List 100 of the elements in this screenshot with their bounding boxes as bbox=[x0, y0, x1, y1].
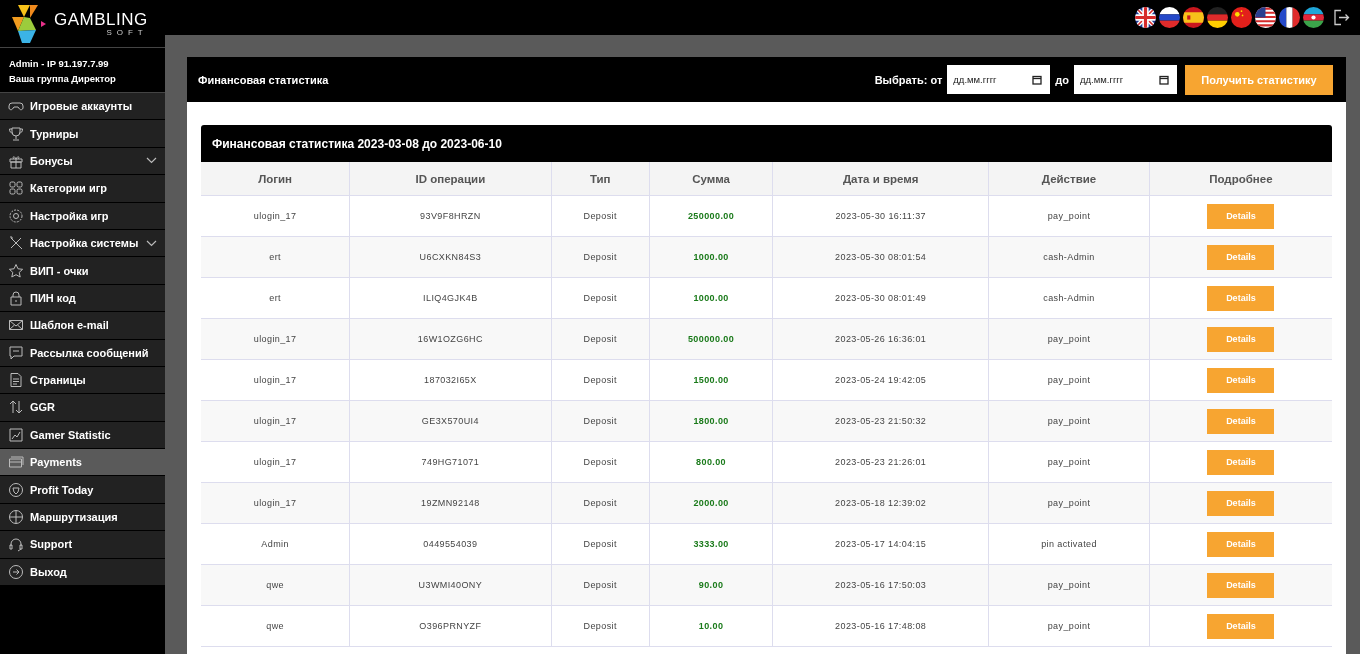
table-cell: 500000.00 bbox=[649, 318, 773, 360]
column-header: Дата и время bbox=[772, 162, 989, 196]
flag-icon[interactable] bbox=[1231, 7, 1252, 28]
table-cell: 2023-05-30 08:01:49 bbox=[772, 277, 989, 319]
date-field[interactable]: дд.мм.гггг bbox=[1074, 65, 1177, 94]
sidebar-item[interactable]: Support bbox=[0, 531, 165, 559]
sidebar-item[interactable]: ПИН код bbox=[0, 284, 165, 313]
table-cell: 187032I65X bbox=[349, 359, 552, 401]
column-header: Подробнее bbox=[1149, 162, 1332, 196]
table-cell: 0449554039 bbox=[349, 523, 552, 565]
sidebar-item[interactable]: Настройка игр bbox=[0, 202, 165, 230]
chat-icon bbox=[8, 344, 24, 361]
table-cell: 1000.00 bbox=[649, 277, 773, 319]
table-cell: cash-Admin bbox=[988, 277, 1150, 319]
date-field[interactable]: дд.мм.гггг bbox=[947, 65, 1051, 94]
table-cell: Deposit bbox=[551, 318, 650, 360]
table-cell: 2023-05-16 17:48:08 bbox=[772, 605, 989, 647]
logout-icon[interactable] bbox=[1333, 9, 1350, 26]
sidebar-item[interactable]: Категории игр bbox=[0, 175, 165, 203]
table-cell: ulogin_17 bbox=[201, 359, 350, 401]
table-cell: O396PRNYZF bbox=[349, 605, 552, 647]
table-cell: 1800.00 bbox=[649, 400, 773, 442]
range-label: Выбрать: от bbox=[874, 73, 943, 86]
shield-icon bbox=[8, 481, 24, 498]
flag-icon[interactable] bbox=[1255, 7, 1276, 28]
table-cell: ulogin_17 bbox=[201, 400, 350, 442]
column-header: Тип bbox=[551, 162, 650, 196]
table-cell: 90.00 bbox=[649, 564, 773, 606]
table-cell: Deposit bbox=[551, 482, 650, 524]
table-cell: 2023-05-16 17:50:03 bbox=[772, 564, 989, 606]
calendar-icon bbox=[1159, 75, 1169, 85]
sidebar-item[interactable]: Рассылка сообщений bbox=[0, 339, 165, 367]
table-cell: 2000.00 bbox=[649, 482, 773, 524]
table-cell: pay_point bbox=[988, 359, 1150, 401]
table-cell: qwe bbox=[201, 564, 350, 606]
calendar-icon bbox=[1032, 75, 1043, 85]
sidebar-item[interactable]: Игровые аккаунты bbox=[0, 93, 165, 121]
table-cell: 2023-05-23 21:26:01 bbox=[772, 441, 989, 483]
flag-icon[interactable] bbox=[1303, 7, 1324, 28]
table-cell: pay_point bbox=[988, 400, 1150, 442]
chevron-icon bbox=[146, 239, 157, 247]
sidebar-item[interactable]: Payments bbox=[0, 449, 165, 477]
exit-icon bbox=[8, 563, 24, 580]
column-header: ID операции bbox=[349, 162, 552, 196]
table-cell: 16W1OZG6HC bbox=[349, 318, 552, 360]
headset-icon bbox=[8, 536, 24, 553]
sidebar-item[interactable]: Настройка системы bbox=[0, 229, 165, 258]
document-icon bbox=[8, 372, 24, 389]
sidebar-item[interactable]: Gamer Statistic bbox=[0, 421, 165, 450]
table-cell: Deposit bbox=[551, 441, 650, 483]
card-icon bbox=[8, 454, 24, 471]
table-cell: ulogin_17 bbox=[201, 441, 350, 483]
table-cell: 2023-05-18 12:39:02 bbox=[772, 482, 989, 524]
table-cell: 93V9F8HRZN bbox=[349, 195, 552, 237]
table-cell: GE3X570UI4 bbox=[349, 400, 552, 442]
table-cell: qwe bbox=[201, 605, 350, 647]
flag-icon[interactable] bbox=[1207, 7, 1228, 28]
table-cell: 2023-05-24 19:42:05 bbox=[772, 359, 989, 401]
sidebar-item[interactable]: ВИП - очки bbox=[0, 257, 165, 285]
table-cell: pay_point bbox=[988, 195, 1150, 237]
column-header: Действие bbox=[988, 162, 1150, 196]
logo-title: GAMBLING bbox=[54, 10, 148, 28]
table-cell: pay_point bbox=[988, 318, 1150, 360]
table-cell: Deposit bbox=[551, 195, 650, 237]
user-group: Ваша группа Директор bbox=[9, 73, 156, 84]
card-title: Финансовая статистика bbox=[198, 73, 329, 86]
sidebar-item[interactable]: Маршрутизация bbox=[0, 503, 165, 532]
sidebar-item[interactable]: GGR bbox=[0, 394, 165, 422]
table-cell: Admin bbox=[201, 523, 350, 565]
logo-subtitle: SOFT bbox=[106, 28, 148, 37]
user-info: Admin - IP 91.197.7.99 bbox=[9, 58, 110, 69]
column-header: Логин bbox=[201, 162, 350, 196]
sidebar-item[interactable]: Турниры bbox=[0, 120, 165, 148]
table-cell: 2023-05-30 16:11:37 bbox=[772, 195, 989, 237]
flag-icon[interactable] bbox=[1279, 7, 1300, 28]
sidebar-item[interactable]: Страницы bbox=[0, 366, 165, 395]
range-label: до bbox=[1055, 73, 1069, 86]
table-cell: 19ZMN92148 bbox=[349, 482, 552, 524]
sidebar-item[interactable]: Бонусы bbox=[0, 147, 165, 176]
table-cell: Deposit bbox=[551, 400, 650, 442]
chart-icon bbox=[8, 426, 24, 443]
table-cell: ulogin_17 bbox=[201, 482, 350, 524]
table-cell: pay_point bbox=[988, 441, 1150, 483]
lock-icon bbox=[8, 289, 24, 306]
table-cell: 749HG71071 bbox=[349, 441, 552, 483]
table-cell: 2023-05-26 16:36:01 bbox=[772, 318, 989, 360]
table-cell: pay_point bbox=[988, 564, 1150, 606]
flag-icon[interactable] bbox=[1135, 7, 1156, 28]
sidebar-item[interactable]: Выход bbox=[0, 558, 165, 587]
trophy-icon bbox=[8, 125, 24, 142]
flag-icon[interactable] bbox=[1183, 7, 1204, 28]
table-cell: U6CXKN84S3 bbox=[349, 236, 552, 278]
sidebar-item[interactable]: Шаблон e-mail bbox=[0, 312, 165, 340]
table-cell: Deposit bbox=[551, 523, 650, 565]
table-cell: 1500.00 bbox=[649, 359, 773, 401]
column-header: Сумма bbox=[649, 162, 773, 196]
flag-icon[interactable] bbox=[1159, 7, 1180, 28]
table-cell: U3WMI40ONY bbox=[349, 564, 552, 606]
table-cell: pin activated bbox=[988, 523, 1150, 565]
sidebar-item[interactable]: Profit Today bbox=[0, 476, 165, 504]
